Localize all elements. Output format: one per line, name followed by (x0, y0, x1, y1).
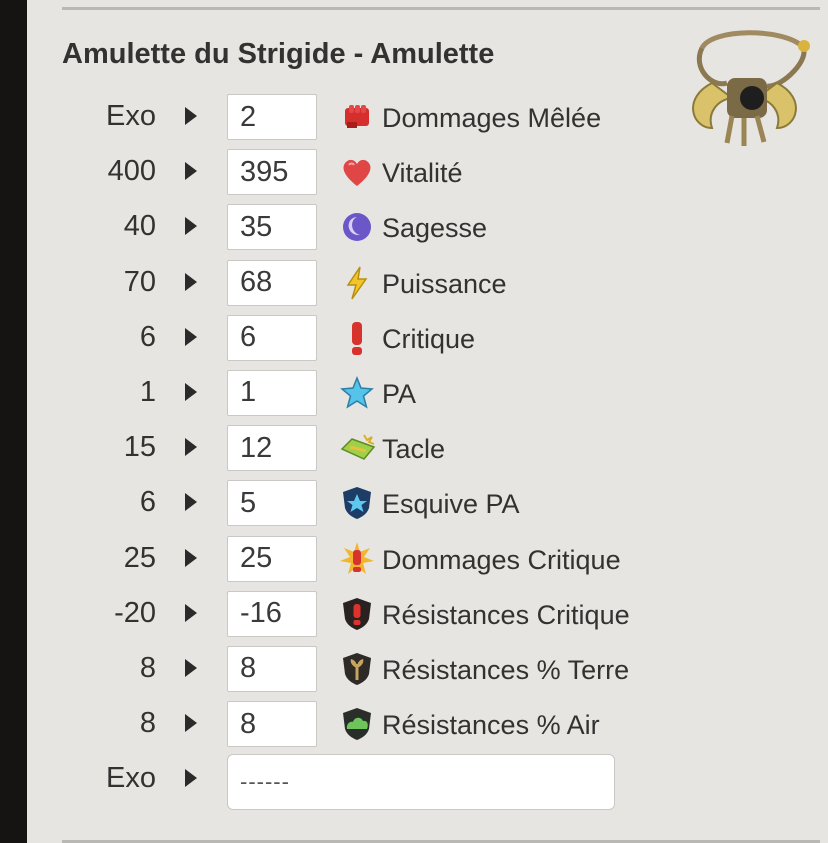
target-value: 8 (139, 651, 156, 684)
stat-input[interactable] (227, 480, 317, 527)
play-arrow-icon[interactable] (185, 162, 197, 181)
stat-label: Critique (382, 323, 476, 354)
target-value: 25 (123, 541, 156, 574)
stat-label: Résistances Critique (382, 599, 630, 630)
target-value: 6 (139, 320, 156, 353)
stat-input[interactable] (227, 535, 317, 582)
exo-input[interactable] (227, 754, 615, 811)
stat-row: Exo Dommages Mêlée (0, 90, 828, 145)
play-arrow-icon[interactable] (185, 493, 197, 512)
stat-row: 6 Critique (0, 311, 828, 366)
stat-input[interactable] (227, 425, 317, 472)
item-title: Amulette du Strigide - Amulette (62, 38, 495, 70)
stat-row: 25 Dommages Critique (0, 532, 828, 587)
target-value: Exo (106, 100, 156, 132)
critical-resistance-icon (343, 597, 371, 630)
play-arrow-icon[interactable] (185, 658, 197, 677)
tackle-icon (340, 434, 376, 461)
play-arrow-icon[interactable] (185, 714, 197, 733)
stat-list: Exo Dommages Mêlée 400 Vitalité 40 Sages… (0, 90, 828, 811)
stat-label: Tacle (382, 434, 446, 465)
heart-icon (343, 160, 371, 187)
stat-label: Vitalité (382, 158, 463, 189)
play-arrow-icon[interactable] (185, 107, 197, 125)
stat-row: 1 PA (0, 366, 828, 421)
dodge-ap-icon (343, 487, 371, 520)
earth-resistance-icon (343, 652, 371, 685)
stat-input[interactable] (227, 369, 317, 416)
stat-input[interactable] (227, 701, 317, 748)
play-arrow-icon[interactable] (185, 769, 197, 788)
stat-row: 40 Sagesse (0, 200, 828, 255)
play-arrow-icon[interactable] (185, 603, 197, 622)
stat-label: Résistances % Terre (382, 654, 630, 685)
stat-row: 6 Esquive PA (0, 476, 828, 531)
stat-input[interactable] (227, 590, 317, 637)
play-arrow-icon[interactable] (185, 272, 197, 291)
target-value: 8 (139, 707, 156, 740)
melee-damage-icon (345, 105, 369, 128)
stat-label: Résistances % Air (382, 710, 600, 741)
play-arrow-icon[interactable] (185, 548, 197, 567)
play-arrow-icon[interactable] (185, 438, 197, 457)
play-arrow-icon[interactable] (185, 327, 197, 346)
stat-label: Dommages Mêlée (382, 103, 602, 133)
stat-row: 70 Puissance (0, 256, 828, 311)
target-value: 40 (123, 210, 156, 243)
stat-input[interactable] (227, 204, 317, 251)
target-value: 1 (139, 375, 156, 408)
stat-label: Puissance (382, 268, 507, 299)
stat-input[interactable] (227, 94, 317, 140)
star-icon (340, 375, 374, 409)
exclamation-icon (352, 321, 362, 355)
exo-row: Exo (0, 752, 828, 811)
critical-damage-icon (340, 541, 374, 574)
stat-row: 400 Vitalité (0, 145, 828, 200)
target-value: 6 (139, 486, 156, 519)
stat-input[interactable] (227, 314, 317, 361)
target-value: Exo (106, 762, 156, 795)
stat-label: Esquive PA (382, 489, 520, 520)
air-resistance-icon (343, 708, 371, 741)
stat-row: -20 Résistances Critique (0, 587, 828, 642)
stat-label: PA (382, 378, 417, 409)
target-value: 400 (107, 155, 156, 188)
play-arrow-icon[interactable] (185, 382, 197, 401)
wisdom-icon (343, 213, 371, 242)
stat-label: Sagesse (382, 213, 488, 244)
stat-input[interactable] (227, 259, 317, 306)
stat-row: 8 Résistances % Terre (0, 642, 828, 697)
stat-input[interactable] (227, 645, 317, 692)
top-divider (62, 7, 820, 10)
stat-input[interactable] (227, 149, 317, 196)
target-value: -20 (114, 596, 156, 629)
stat-label: Dommages Critique (382, 544, 621, 575)
target-value: 70 (123, 265, 156, 298)
lightning-icon (346, 266, 368, 299)
stat-row: 8 Résistances % Air (0, 697, 828, 752)
play-arrow-icon[interactable] (185, 217, 197, 236)
stat-row: 15 Tacle (0, 421, 828, 476)
target-value: 15 (123, 431, 156, 464)
